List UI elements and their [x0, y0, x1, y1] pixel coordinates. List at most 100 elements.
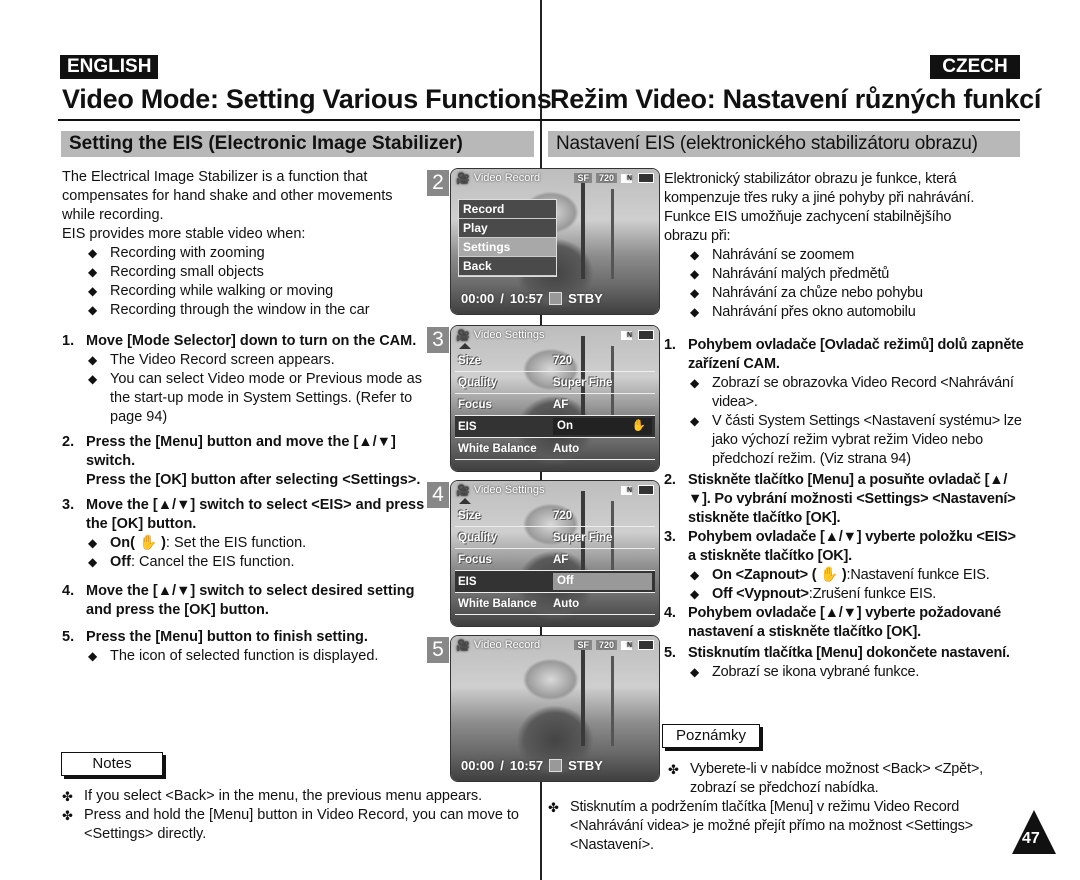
czech-column: Elektronický stabilizátor obrazu je funk…: [664, 170, 1026, 682]
eis-value: On: [557, 420, 573, 432]
note-item: Press and hold the [Menu] button in Vide…: [62, 806, 532, 844]
setting-value: AF: [553, 553, 569, 566]
screen-title: Video Record: [473, 639, 541, 651]
eis-on-desc: : Set the EIS function.: [165, 535, 307, 551]
setting-row-size[interactable]: Size 720: [455, 505, 655, 527]
setting-row-white-balance[interactable]: White Balance Auto: [455, 593, 655, 615]
list-item: The Video Record screen appears.: [88, 351, 427, 370]
page-title-cz: Režim Video: Nastavení různých funkcí: [550, 84, 1042, 114]
step-text: Pohybem ovladače [▲/▼] vyberte požadovan…: [688, 605, 1002, 640]
list-item: Off: Cancel the EIS function.: [88, 553, 427, 572]
camera-screen-eis-off: 🎥 Video Settings N Size 720 Quality Super …: [450, 480, 660, 627]
step-5: 5. Press the [Menu] button to finish set…: [62, 628, 427, 647]
notes-cz-1: Vyberete-li v nabídce možnost <Back> <Zp…: [668, 760, 1030, 798]
setting-key: Size: [458, 354, 482, 367]
menu-item-settings[interactable]: Settings: [459, 238, 556, 257]
setting-value: 720: [553, 354, 573, 367]
step-5-subs: The icon of selected function is display…: [62, 647, 427, 666]
screen-title: Video Settings: [473, 484, 545, 496]
list-item: Recording small objects: [88, 263, 427, 282]
status-bar: 00:00/ 10:57 STBY: [461, 758, 603, 773]
screen-topbar: 🎥 Video Record SF 720 N: [451, 636, 659, 654]
step-5-subs: Zobrazí se ikona vybrané funkce.: [664, 663, 1026, 682]
resolution-indicator: 720: [595, 173, 617, 183]
notes-cz-2: Stisknutím a podržením tlačítka [Menu] v…: [548, 798, 1010, 855]
step-number: 4.: [62, 583, 75, 599]
step-text: Move the [▲/▼] switch to select desired …: [86, 583, 415, 618]
step-1: 1. Pohybem ovladače [Ovladač režimů] dol…: [664, 336, 1026, 374]
step-4: 4. Pohybem ovladače [▲/▼] vyberte požado…: [664, 604, 1026, 642]
list-item: Nahrávání přes okno automobilu: [690, 303, 1026, 322]
eis-off-label: Off <Vypnout>: [712, 586, 809, 602]
eis-off-label: Off: [110, 554, 131, 570]
list-item: Recording through the window in the car: [88, 301, 427, 320]
list-item: On <Zapnout> ( ✋ ):Nastavení funkce EIS.: [690, 566, 1026, 585]
step-text: Move the [▲/▼] switch to select <EIS> an…: [86, 497, 425, 532]
night-mode-icon: N: [621, 173, 632, 183]
setting-row-size[interactable]: Size 720: [455, 350, 655, 372]
list-item: Nahrávání malých předmětů: [690, 265, 1026, 284]
step-number: 1.: [62, 333, 75, 349]
step-5: 5. Stisknutím tlačítka [Menu] dokončete …: [664, 644, 1026, 663]
title-rule: [58, 119, 1020, 121]
list-item: Zobrazí se obrazovka Video Record <Nahrá…: [690, 374, 1026, 412]
step-number: 2.: [664, 472, 676, 488]
setting-row-quality[interactable]: Quality Super Fine: [455, 527, 655, 549]
setting-key: Size: [458, 509, 482, 522]
setting-row-quality[interactable]: Quality Super Fine: [455, 372, 655, 394]
page-title-en: Video Mode: Setting Various Functions: [62, 84, 552, 114]
step-text: Press the [OK] button after selecting <S…: [86, 472, 421, 488]
setting-row-focus[interactable]: Focus AF: [455, 549, 655, 571]
step-3: 3. Pohybem ovladače [▲/▼] vyberte položk…: [664, 528, 1026, 566]
elapsed-time: 00:00: [461, 758, 495, 773]
status-bar: 00:00/ 10:57 STBY: [461, 291, 603, 306]
setting-key: White Balance: [458, 442, 537, 455]
setting-key: Quality: [458, 531, 497, 544]
notes-label-cz: Poznámky: [662, 724, 760, 748]
record-status-icon: [549, 292, 563, 305]
step-number: 2.: [62, 434, 75, 450]
intro-line: obrazu při:: [664, 228, 731, 244]
menu-item-play[interactable]: Play: [459, 219, 556, 238]
intro-line: EIS provides more stable video when:: [62, 226, 306, 242]
step-4: 4. Move the [▲/▼] switch to select desir…: [62, 582, 427, 620]
setting-row-focus[interactable]: Focus AF: [455, 394, 655, 416]
battery-icon: [638, 330, 654, 340]
setting-row-eis[interactable]: EIS On ✋: [455, 416, 655, 438]
notes-label-en: Notes: [61, 752, 163, 776]
hand-stabilizer-icon: ✋: [631, 420, 646, 432]
menu-item-record[interactable]: Record: [459, 200, 556, 219]
step-number: 5.: [664, 645, 676, 661]
battery-icon: [638, 173, 654, 183]
setting-key: White Balance: [458, 597, 537, 610]
list-item: Zobrazí se ikona vybrané funkce.: [690, 663, 1026, 682]
section-heading-en: Setting the EIS (Electronic Image Stabil…: [61, 131, 534, 157]
camera-screen-video-record-menu: 🎥 Video Record SF 720 N Record Play Sett…: [450, 168, 660, 315]
note-item: If you select <Back> in the menu, the pr…: [62, 787, 532, 806]
page-number: 47: [1022, 830, 1040, 847]
screen-topbar: 🎥 Video Settings N: [451, 481, 659, 499]
screen-topbar: 🎥 Video Settings N: [451, 326, 659, 344]
step-number: 4.: [664, 605, 676, 621]
night-mode-icon: N: [621, 485, 632, 495]
eis-on-label: On( ✋ ): [110, 535, 166, 551]
step-number: 5.: [62, 629, 75, 645]
video-camera-icon: 🎥: [456, 329, 470, 342]
list-item: Nahrávání za chůze nebo pohybu: [690, 284, 1026, 303]
scroll-up-icon: [459, 343, 471, 349]
intro-line: The Electrical Image Stabilizer is a fun…: [62, 169, 368, 185]
setting-row-white-balance[interactable]: White Balance Auto: [455, 438, 655, 460]
list-item: Recording with zooming: [88, 244, 427, 263]
setting-key: Focus: [458, 553, 492, 566]
screen-step-badge: 2: [427, 170, 449, 196]
eis-off-desc: : Cancel the EIS function.: [130, 554, 295, 570]
step-1: 1. Move [Mode Selector] down to turn on …: [62, 332, 427, 351]
setting-row-eis[interactable]: EIS Off: [455, 571, 655, 593]
scroll-up-icon: [459, 498, 471, 504]
step-text: Stisknutím tlačítka [Menu] dokončete nas…: [688, 645, 1010, 661]
setting-value: Off: [553, 573, 652, 590]
quality-indicator: SF: [574, 640, 592, 650]
eis-use-list: Nahrávání se zoomem Nahrávání malých pře…: [664, 246, 1026, 322]
menu-item-back[interactable]: Back: [459, 257, 556, 276]
setting-key: EIS: [458, 575, 477, 588]
